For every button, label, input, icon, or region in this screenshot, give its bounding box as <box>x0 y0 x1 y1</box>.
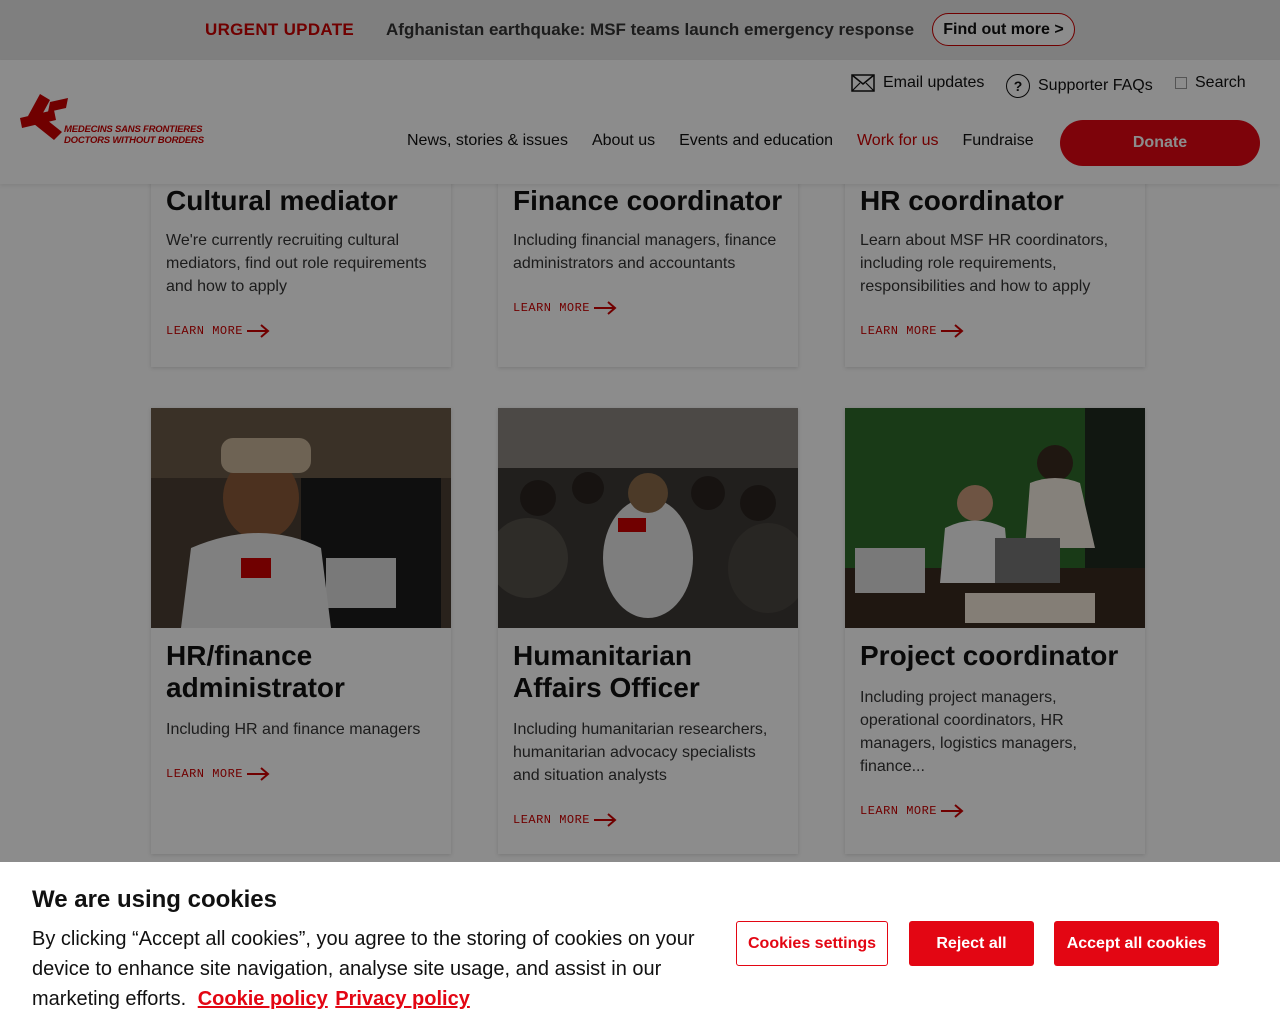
privacy-policy-link[interactable]: Privacy policy <box>335 988 470 1010</box>
cookies-settings-button[interactable]: Cookies settings <box>736 921 888 966</box>
cookie-policy-link[interactable]: Cookie policy <box>198 988 328 1010</box>
accept-all-cookies-button[interactable]: Accept all cookies <box>1054 921 1219 966</box>
reject-all-button[interactable]: Reject all <box>909 921 1034 966</box>
modal-backdrop <box>0 0 1280 862</box>
cookie-banner: We are using cookies By clicking “Accept… <box>0 862 1280 1024</box>
cookie-title: We are using cookies <box>32 886 277 913</box>
cookie-text-block: By clicking “Accept all cookies”, you ag… <box>32 924 712 1014</box>
